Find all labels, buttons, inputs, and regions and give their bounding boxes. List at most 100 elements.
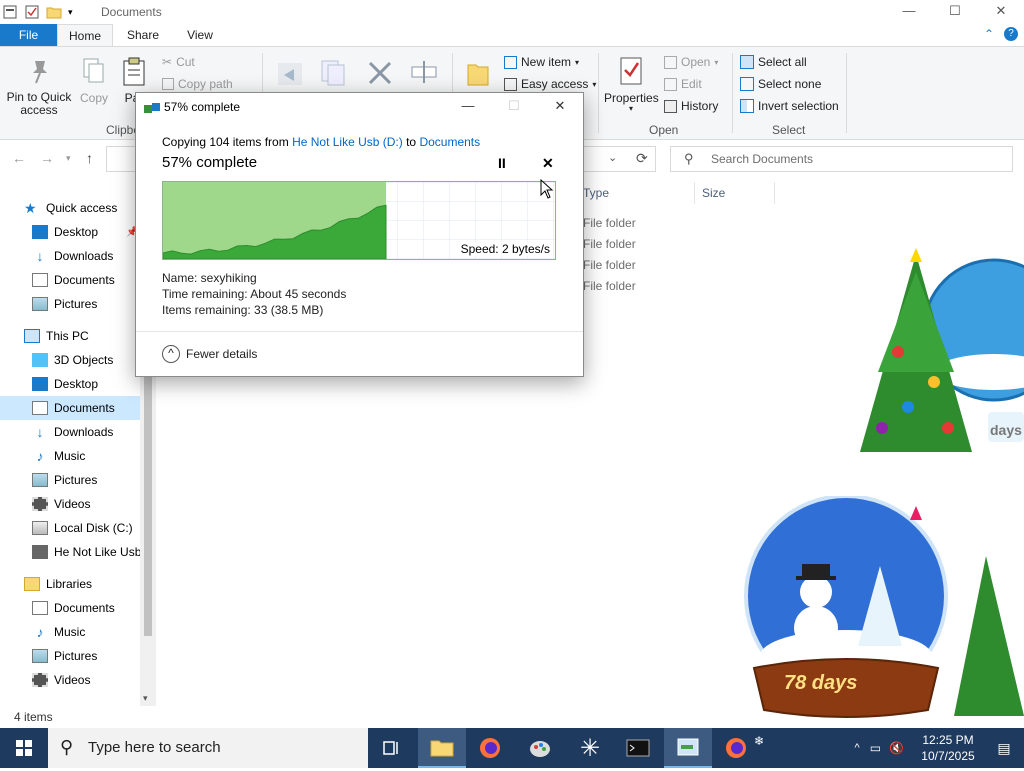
firefox-2-taskbar-button[interactable] — [712, 728, 760, 768]
open-button[interactable]: Open ▾ — [664, 55, 718, 69]
search-input[interactable]: Search Documents — [670, 146, 1013, 172]
minimize-button[interactable]: — — [886, 0, 932, 24]
select-none-button[interactable]: Select none — [740, 77, 821, 91]
notifications-icon[interactable]: ▤ — [984, 740, 1024, 757]
maximize-button[interactable]: ☐ — [932, 0, 978, 24]
close-button[interactable]: ✕ — [978, 0, 1024, 24]
cancel-copy-button[interactable]: ✕ — [542, 155, 554, 172]
forward-arrow-icon[interactable]: → — [40, 150, 54, 166]
time-remaining: Time remaining: About 45 seconds — [162, 287, 347, 301]
show-hidden-icons-icon[interactable]: ^ — [855, 742, 860, 754]
cut-button[interactable]: ✂ Cut — [162, 55, 195, 69]
file-row[interactable]: File folder — [583, 237, 636, 251]
back-arrow-icon[interactable]: ← — [12, 150, 26, 166]
taskbar-search-box[interactable]: Type here to search — [48, 728, 368, 768]
file-row[interactable]: File folder — [583, 279, 636, 293]
paint-taskbar-button[interactable] — [516, 728, 564, 768]
dialog-close-button[interactable]: ✕ — [537, 93, 583, 121]
nav-pc-usb-drive[interactable]: He Not Like Usb — [32, 540, 140, 564]
libraries-icon — [24, 577, 40, 591]
nav-pc-documents[interactable]: Documents — [0, 396, 140, 420]
pictures-icon — [32, 473, 48, 487]
history-icon — [664, 99, 677, 113]
properties-qat-icon[interactable] — [24, 4, 40, 20]
scroll-down-icon[interactable]: ▾ — [143, 693, 148, 704]
recent-locations-icon[interactable]: ▾ — [66, 153, 71, 164]
dialog-title: 57% complete — [164, 100, 241, 114]
select-none-icon — [740, 77, 754, 91]
properties-button[interactable]: Properties ▾ — [604, 55, 659, 113]
desktop-icon — [32, 377, 48, 391]
source-link[interactable]: He Not Like Usb (D:) — [292, 135, 403, 149]
firefox-taskbar-button[interactable] — [466, 728, 514, 768]
file-explorer-taskbar-button[interactable] — [418, 728, 466, 768]
copy-path-button[interactable]: Copy path — [162, 77, 233, 91]
file-row[interactable]: File folder — [583, 216, 636, 230]
tab-file[interactable]: File — [0, 24, 57, 47]
invert-selection-button[interactable]: Invert selection — [740, 99, 839, 113]
tab-share[interactable]: Share — [113, 24, 173, 47]
clock-date: 10/7/2025 — [921, 749, 975, 763]
tab-view[interactable]: View — [173, 24, 227, 47]
firefox-icon — [480, 738, 500, 758]
history-button[interactable]: History — [664, 99, 718, 113]
status-item-count: 4 items — [14, 710, 53, 724]
fewer-details-button[interactable]: ^ Fewer details — [162, 345, 257, 363]
column-header-size[interactable]: Size — [702, 186, 725, 200]
pause-button[interactable]: II — [498, 155, 506, 171]
start-button[interactable] — [0, 728, 48, 768]
dialog-minimize-button[interactable]: — — [445, 93, 491, 121]
network-icon[interactable]: ▭ — [870, 741, 881, 755]
easy-access-button[interactable]: Easy access ▾ — [504, 77, 596, 91]
dialog-maximize-button[interactable]: ☐ — [491, 93, 537, 121]
speed-label: Speed: 2 bytes/s — [460, 242, 550, 256]
edit-button[interactable]: Edit — [664, 77, 702, 91]
pin-quick-access-button[interactable]: Pin to Quick access — [4, 55, 74, 117]
copy-dialog-icon — [144, 101, 160, 115]
up-arrow-icon[interactable]: ↑ — [86, 150, 93, 166]
address-dropdown-icon[interactable]: ⌄ — [608, 151, 617, 164]
tab-home[interactable]: Home — [57, 24, 113, 47]
copy-button[interactable]: Copy — [76, 55, 112, 105]
clock[interactable]: 12:25 PM 10/7/2025 — [912, 732, 984, 764]
destination-link[interactable]: Documents — [419, 135, 480, 149]
window-title: Documents — [101, 5, 162, 19]
music-icon: ♪ — [36, 448, 44, 464]
terminal-taskbar-button[interactable] — [614, 728, 662, 768]
open-group-label: Open — [649, 123, 679, 137]
new-folder-qat-icon[interactable] — [46, 4, 62, 20]
select-all-icon — [740, 55, 754, 69]
usb-drive-icon — [32, 545, 48, 559]
snowflake-tray-icon: ❄ — [754, 734, 765, 748]
copy-window-icon — [677, 738, 699, 756]
copy-to-icon[interactable] — [318, 57, 350, 92]
qat-dropdown-icon[interactable]: ▾ — [68, 4, 76, 20]
help-icon[interactable]: ? — [1004, 27, 1018, 41]
rename-icon[interactable] — [408, 59, 440, 90]
explorer-app-icon[interactable] — [2, 4, 18, 20]
download-icon: ↓ — [36, 248, 44, 264]
documents-icon — [32, 273, 48, 287]
clipboard-icon — [118, 55, 150, 87]
task-view-button[interactable] — [368, 728, 416, 768]
navigation-pane: ★ Quick access Desktop 📌 ↓ Downloads Doc… — [0, 196, 156, 704]
refresh-icon[interactable]: ⟳ — [636, 150, 648, 167]
pin-icon — [23, 55, 55, 87]
column-header-type[interactable]: Type — [583, 186, 609, 200]
edit-icon — [664, 77, 677, 91]
copy-dialog-taskbar-button[interactable] — [664, 728, 712, 768]
download-icon: ↓ — [36, 424, 44, 440]
nav-scrollbar-thumb[interactable] — [144, 376, 152, 636]
snowflake-app-taskbar-button[interactable]: ✳ — [566, 728, 614, 768]
computer-icon — [24, 329, 40, 343]
delete-icon[interactable] — [364, 59, 396, 90]
volume-muted-icon[interactable]: 🔇 — [889, 741, 904, 755]
copy-icon — [78, 55, 110, 87]
ribbon-collapse-icon[interactable]: ⌃ — [984, 27, 994, 41]
file-row[interactable]: File folder — [583, 258, 636, 272]
select-all-button[interactable]: Select all — [740, 55, 807, 69]
new-folder-icon[interactable] — [464, 57, 492, 92]
move-to-icon[interactable] — [274, 57, 306, 92]
terminal-icon — [626, 739, 650, 757]
new-item-button[interactable]: New item ▾ — [504, 55, 579, 69]
